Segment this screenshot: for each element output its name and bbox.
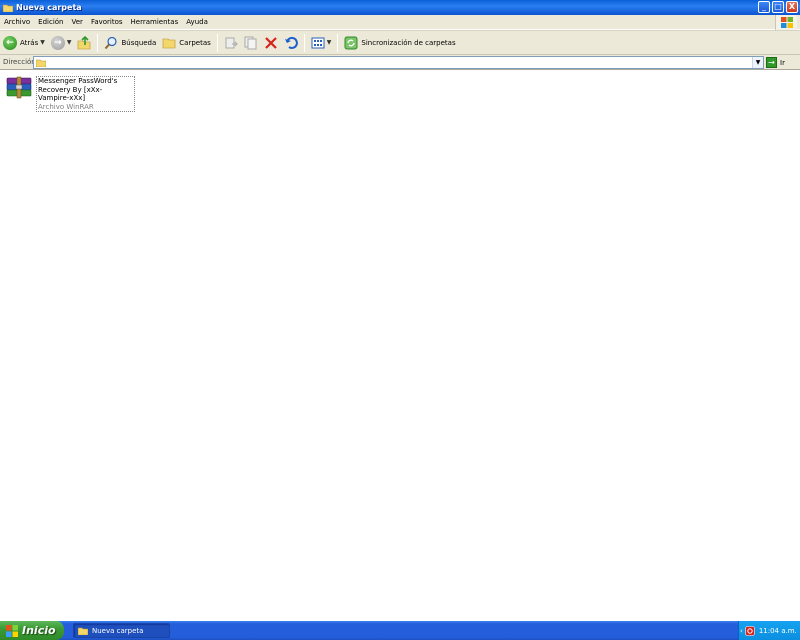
windows-logo-icon [775, 15, 797, 30]
windows-flag-icon [6, 624, 18, 637]
folder-content-area[interactable]: Messenger PassWord's Recovery By [xXx-Va… [0, 70, 800, 621]
file-item[interactable]: Messenger PassWord's Recovery By [xXx-Va… [5, 76, 135, 112]
file-name-line2: Recovery By [xXx-Vampire-xXx] [38, 85, 103, 103]
address-bar: Dirección ▼ → Ir [0, 55, 800, 70]
menu-herramientas[interactable]: Herramientas [127, 18, 183, 26]
folder-icon [36, 59, 46, 67]
toolbar-separator [97, 33, 99, 52]
views-icon [311, 37, 325, 48]
chevron-down-icon[interactable]: ▼ [40, 39, 45, 46]
address-field[interactable]: ▼ [33, 56, 764, 69]
go-label: Ir [780, 58, 785, 67]
menu-ayuda[interactable]: Ayuda [182, 18, 212, 26]
move-to-icon [225, 37, 238, 48]
go-arrow-icon: → [766, 57, 777, 68]
folder-icon [78, 627, 88, 635]
file-type: Archivo WinRAR [38, 102, 94, 111]
standard-toolbar: ← Atrás ▼ → ▼ Búsqueda Carpetas ▼ Sincro… [0, 30, 800, 55]
folders-icon [162, 38, 176, 48]
go-button[interactable]: → Ir [766, 57, 785, 68]
taskbar-window-label: Nueva carpeta [92, 626, 144, 635]
search-label: Búsqueda [121, 38, 157, 47]
chevron-left-icon[interactable]: ‹ [740, 627, 743, 635]
address-dropdown-icon[interactable]: ▼ [752, 57, 763, 68]
sync-folders-button[interactable]: Sincronización de carpetas [341, 32, 458, 54]
close-button[interactable]: X [786, 1, 798, 13]
toolbar-separator [303, 33, 305, 52]
search-icon [105, 36, 118, 49]
folder-icon [3, 4, 13, 12]
folders-button[interactable]: Carpetas [159, 32, 214, 54]
forward-arrow-icon: → [50, 35, 65, 50]
up-folder-button[interactable] [74, 32, 94, 54]
back-label: Atrás [20, 38, 39, 47]
views-button[interactable]: ▼ [308, 32, 335, 54]
menu-edicion[interactable]: Edición [34, 18, 67, 26]
toolbar-separator [337, 33, 339, 52]
file-name-line1: Messenger PassWord's [38, 77, 118, 85]
chevron-down-icon[interactable]: ▼ [327, 39, 332, 46]
forward-button[interactable]: → ▼ [48, 32, 75, 54]
delete-x-icon [265, 36, 277, 49]
start-button[interactable]: Inicio [0, 621, 64, 640]
system-tray: ‹ 11:04 a.m. [738, 621, 800, 640]
maximize-button[interactable]: □ [772, 1, 784, 13]
chevron-down-icon[interactable]: ▼ [67, 39, 72, 46]
sync-icon [344, 36, 358, 49]
undo-icon [284, 36, 298, 49]
folders-label: Carpetas [179, 38, 211, 47]
menu-archivo[interactable]: Archivo [0, 18, 34, 26]
menu-ver[interactable]: Ver [68, 18, 87, 26]
undo-button[interactable] [281, 32, 301, 54]
window-title: Nueva carpeta [16, 3, 82, 12]
tray-app-icon[interactable] [745, 625, 755, 636]
menu-favoritos[interactable]: Favoritos [87, 18, 127, 26]
toolbar-separator [216, 33, 218, 52]
copy-to-button[interactable] [241, 32, 261, 54]
back-arrow-icon: ← [3, 35, 17, 50]
up-folder-icon [78, 35, 91, 49]
copy-to-icon [244, 36, 257, 49]
start-label: Inicio [22, 624, 56, 637]
taskbar-window-button[interactable]: Nueva carpeta [73, 623, 170, 638]
address-input[interactable] [49, 58, 763, 67]
menu-bar: Archivo Edición Ver Favoritos Herramient… [0, 15, 800, 30]
sync-label: Sincronización de carpetas [361, 38, 456, 47]
winrar-archive-icon [6, 76, 32, 99]
window-titlebar[interactable]: Nueva carpeta _ □ X [0, 0, 800, 15]
taskbar: Inicio Nueva carpeta ‹ 11:04 a.m. [0, 621, 800, 640]
delete-button[interactable] [261, 32, 281, 54]
minimize-button[interactable]: _ [758, 1, 770, 13]
back-button[interactable]: ← Atrás ▼ [0, 32, 48, 54]
move-to-button[interactable] [221, 32, 241, 54]
address-label: Dirección [3, 58, 36, 66]
clock[interactable]: 11:04 a.m. [759, 627, 797, 635]
search-button[interactable]: Búsqueda [101, 32, 159, 54]
